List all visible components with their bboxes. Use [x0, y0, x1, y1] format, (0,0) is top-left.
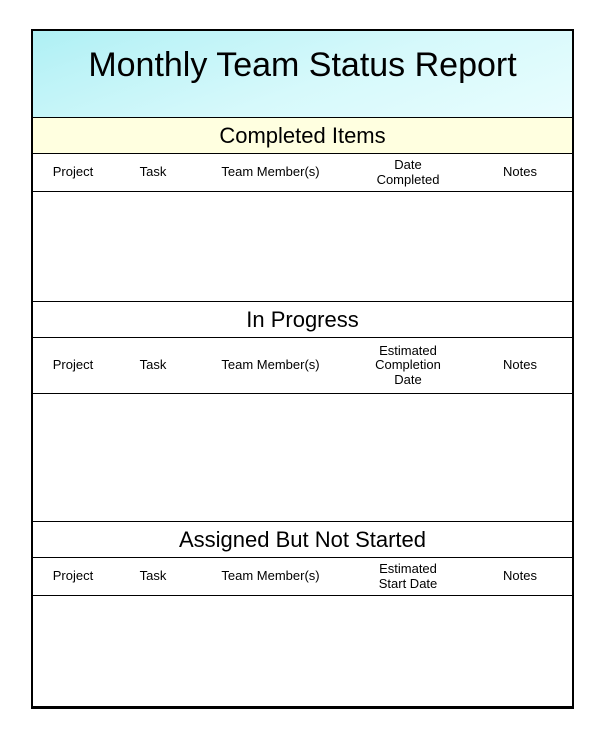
column-header-label: Task: [139, 164, 167, 180]
section-body-in-progress[interactable]: [33, 394, 572, 522]
column-header-label-line1: Date: [394, 156, 422, 172]
report-page: Monthly Team Status Report Completed Ite…: [0, 0, 600, 730]
column-header-project: Project: [33, 558, 113, 595]
column-header-task: Task: [113, 558, 193, 595]
column-header-notes: Notes: [468, 154, 572, 191]
column-header-team-members: Team Member(s): [193, 558, 348, 595]
section-heading-label: In Progress: [246, 306, 359, 332]
column-header-team-members: Team Member(s): [193, 154, 348, 191]
column-header-label: Team Member(s): [221, 164, 320, 180]
column-header-label: Task: [139, 357, 167, 373]
column-header-task: Task: [113, 338, 193, 393]
column-header-label-line3: Date: [394, 371, 422, 387]
section-heading-completed: Completed Items: [33, 118, 572, 154]
column-header-label-line1: Estimated: [379, 342, 437, 358]
column-header-label: Estimated Start Date: [378, 560, 438, 591]
column-header-label: Notes: [503, 568, 537, 584]
section-heading-label: Completed Items: [219, 122, 386, 148]
column-header-label: Project: [52, 357, 94, 373]
column-header-label-line2: Completion: [375, 357, 441, 373]
column-header-notes: Notes: [468, 558, 572, 595]
section-heading-in-progress: In Progress: [33, 302, 572, 338]
column-header-date-completed: Date Completed: [348, 154, 468, 191]
column-header-label: Team Member(s): [221, 357, 320, 373]
column-header-notes: Notes: [468, 338, 572, 393]
column-header-label-line2: Start Date: [378, 575, 438, 591]
column-header-row-assigned-not-started: Project Task Team Member(s) Estimated St…: [33, 558, 572, 596]
column-header-label: Estimated Completion Date: [375, 342, 441, 388]
column-header-task: Task: [113, 154, 193, 191]
section-body-completed[interactable]: [33, 192, 572, 302]
column-header-label: Notes: [503, 357, 537, 373]
page-title: Monthly Team Status Report: [88, 46, 517, 85]
column-header-row-in-progress: Project Task Team Member(s) Estimated Co…: [33, 338, 572, 394]
column-header-label: Team Member(s): [221, 568, 320, 584]
status-report-table: Monthly Team Status Report Completed Ite…: [31, 29, 574, 709]
column-header-label: Task: [139, 568, 167, 584]
section-heading-label: Assigned But Not Started: [178, 526, 427, 552]
column-header-label: Date Completed: [376, 156, 440, 187]
column-header-label: Notes: [503, 164, 537, 180]
column-header-project: Project: [33, 154, 113, 191]
column-header-label: Project: [52, 568, 94, 584]
column-header-label-line1: Estimated: [379, 560, 437, 576]
report-title-banner: Monthly Team Status Report: [33, 31, 572, 118]
column-header-row-completed: Project Task Team Member(s) Date Complet…: [33, 154, 572, 192]
section-body-assigned-not-started[interactable]: [33, 596, 572, 706]
column-header-estimated-completion-date: Estimated Completion Date: [348, 338, 468, 393]
column-header-estimated-start-date: Estimated Start Date: [348, 558, 468, 595]
column-header-project: Project: [33, 338, 113, 393]
column-header-label-line2: Completed: [376, 171, 440, 187]
column-header-label: Project: [52, 164, 94, 180]
column-header-team-members: Team Member(s): [193, 338, 348, 393]
section-heading-assigned-not-started: Assigned But Not Started: [33, 522, 572, 558]
